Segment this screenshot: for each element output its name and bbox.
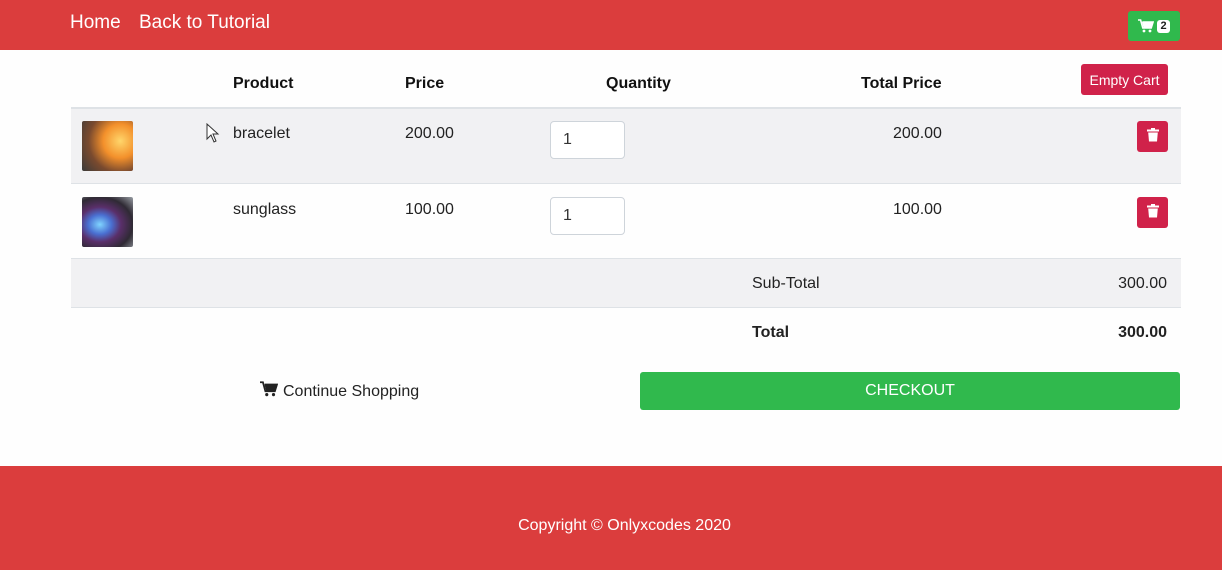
top-navbar: Home Back to Tutorial 2 <box>0 0 1222 50</box>
shopping-cart-icon <box>260 381 279 402</box>
delete-item-button[interactable] <box>1137 197 1168 228</box>
empty-cart-button[interactable]: Empty Cart <box>1081 64 1168 95</box>
product-name: bracelet <box>233 125 290 142</box>
item-total-price: 200.00 <box>893 125 942 142</box>
checkout-button[interactable]: CHECKOUT <box>640 372 1180 410</box>
cart-button[interactable]: 2 <box>1128 11 1180 41</box>
header-quantity: Quantity <box>606 75 671 92</box>
product-price: 100.00 <box>405 201 454 218</box>
subtotal-row: Sub-Total 300.00 <box>71 258 1181 308</box>
mouse-cursor-icon <box>206 122 220 148</box>
delete-item-button[interactable] <box>1137 121 1168 152</box>
table-row: sunglass 100.00 100.00 <box>71 183 1181 259</box>
header-price: Price <box>405 75 445 92</box>
continue-shopping-label: Continue Shopping <box>283 382 420 400</box>
header-total-price: Total Price <box>861 75 942 92</box>
nav-home-link[interactable]: Home <box>70 12 121 34</box>
item-total-price: 100.00 <box>893 201 942 218</box>
product-price: 200.00 <box>405 125 454 142</box>
product-name: sunglass <box>233 201 297 218</box>
header-product: Product <box>233 75 294 92</box>
quantity-input[interactable] <box>550 197 625 235</box>
subtotal-value: 300.00 <box>1118 275 1167 292</box>
shopping-cart-icon <box>1138 19 1154 33</box>
footer: Copyright © Onlyxcodes 2020 <box>0 466 1222 570</box>
copyright-text: Copyright © Onlyxcodes 2020 <box>518 517 731 534</box>
table-row: bracelet 200.00 200.00 <box>71 109 1181 184</box>
trash-icon <box>1146 128 1159 145</box>
sunglass-thumbnail <box>82 197 133 247</box>
subtotal-label: Sub-Total <box>752 275 820 292</box>
continue-shopping-link[interactable]: Continue Shopping <box>260 381 419 402</box>
quantity-input[interactable] <box>550 121 625 159</box>
cart-count-badge: 2 <box>1157 19 1170 33</box>
total-label: Total <box>752 324 790 341</box>
trash-icon <box>1146 204 1159 221</box>
total-value: 300.00 <box>1118 324 1167 341</box>
bracelet-thumbnail <box>82 121 133 171</box>
nav-back-to-tutorial-link[interactable]: Back to Tutorial <box>139 12 270 34</box>
total-row: Total 300.00 <box>71 307 1181 359</box>
